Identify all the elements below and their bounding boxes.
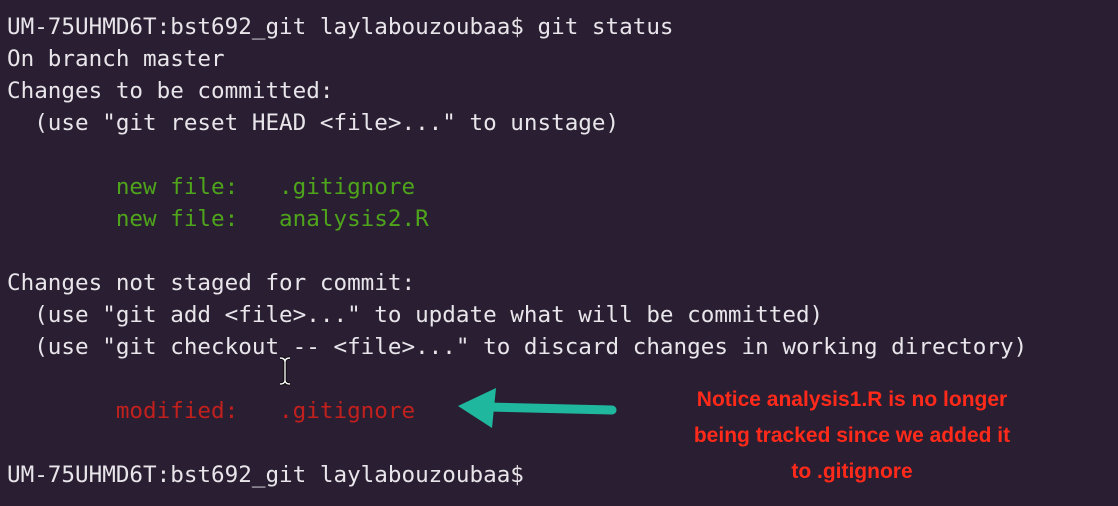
annotation-line: to .gitignore [791,460,913,483]
annotation-line: Notice analysis1.R is no longer [696,388,1008,411]
annotation-line: being tracked since we added it [693,424,1011,447]
annotation-note: Notice analysis1.R is no longer being tr… [652,382,1052,490]
terminal-window[interactable]: UM-75UHMD6T:bst692_git laylabouzoubaa$ g… [0,0,1118,506]
